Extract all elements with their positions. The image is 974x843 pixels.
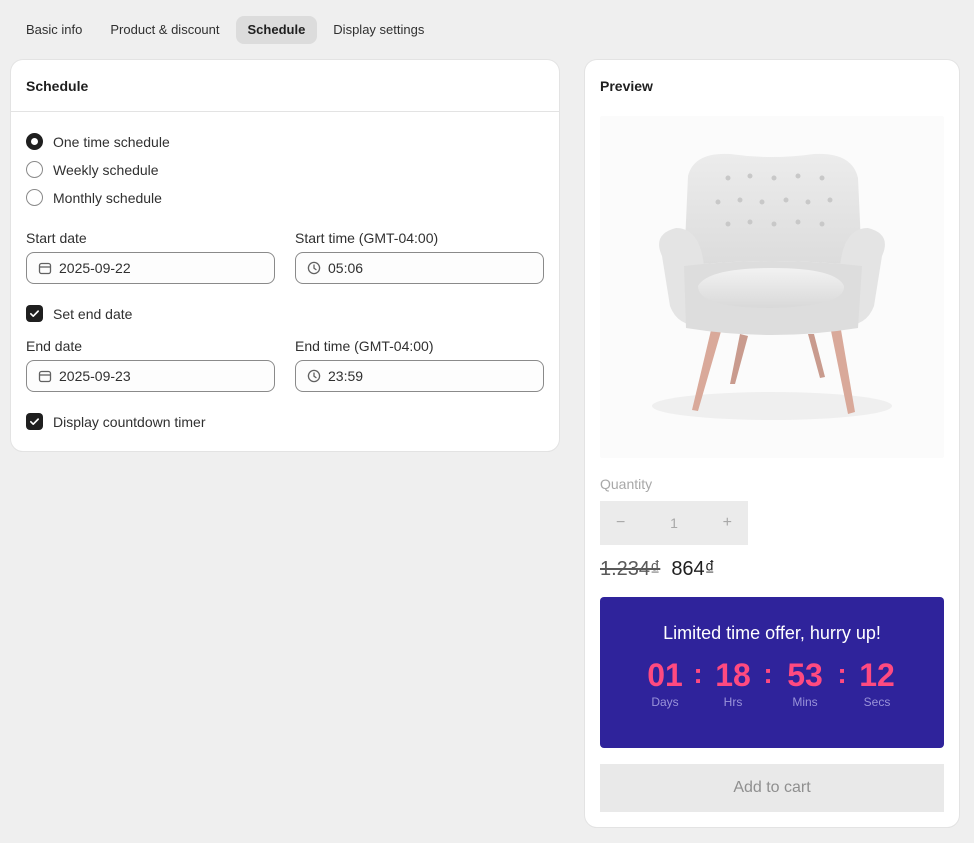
quantity-value[interactable]: 1: [670, 515, 678, 531]
radio-label: Weekly schedule: [53, 161, 159, 178]
hours-value: 18: [715, 657, 751, 693]
countdown-headline: Limited time offer, hurry up!: [663, 623, 881, 643]
increase-button[interactable]: +: [723, 514, 732, 532]
add-to-cart-button[interactable]: Add to cart: [600, 764, 944, 812]
countdown-mins: 53 Mins: [782, 657, 828, 709]
end-date-value: 2025-09-23: [59, 368, 131, 384]
countdown-units: 01 Days : 18 Hrs : 53 Mins : 12 Secs: [646, 657, 898, 709]
days-value: 01: [647, 657, 683, 693]
countdown-timer: Limited time offer, hurry up! 01 Days : …: [600, 597, 944, 748]
clock-icon: [307, 369, 321, 383]
secs-value: 12: [859, 657, 895, 693]
hours-label: Hrs: [723, 695, 743, 709]
mins-value: 53: [787, 657, 823, 693]
end-time-value: 23:59: [328, 368, 364, 384]
checkbox[interactable]: [26, 413, 43, 430]
mins-label: Mins: [792, 695, 818, 709]
days-label: Days: [651, 695, 679, 709]
start-date-field[interactable]: 2025-09-22: [26, 252, 275, 284]
separator: :: [693, 658, 703, 689]
quantity-label: Quantity: [600, 476, 653, 492]
start-date-value: 2025-09-22: [59, 260, 131, 276]
tab-display-settings[interactable]: Display settings: [321, 16, 436, 44]
end-date-field[interactable]: 2025-09-23: [26, 360, 275, 392]
schedule-card: Schedule One time schedule Weekly schedu…: [11, 60, 559, 451]
separator: :: [763, 658, 773, 689]
price-row: 1.234₫ 864₫: [600, 558, 715, 581]
radio-weekly-schedule[interactable]: Weekly schedule: [26, 161, 159, 178]
separator: :: [837, 658, 847, 689]
set-end-date-checkbox[interactable]: Set end date: [26, 305, 132, 322]
display-countdown-label: Display countdown timer: [53, 413, 206, 430]
start-time-field[interactable]: 05:06: [295, 252, 544, 284]
end-time-label: End time (GMT-04:00): [295, 338, 434, 354]
calendar-icon: [38, 262, 52, 275]
clock-icon: [307, 261, 321, 275]
original-price: 1.234₫: [600, 558, 661, 580]
checkmark-icon: [30, 310, 39, 317]
preview-card: Preview Quantity − 1 + 1.234₫ 864₫ Limit…: [585, 60, 959, 827]
display-countdown-checkbox[interactable]: Display countdown timer: [26, 413, 206, 430]
decrease-button[interactable]: −: [616, 514, 625, 532]
tab-bar: Basic info Product & discount Schedule D…: [14, 16, 436, 44]
radio-label: One time schedule: [53, 133, 170, 150]
end-date-label: End date: [26, 338, 83, 354]
end-time-field[interactable]: 23:59: [295, 360, 544, 392]
divider: [11, 111, 559, 112]
radio-button[interactable]: [26, 189, 43, 206]
start-time-value: 05:06: [328, 260, 364, 276]
preview-title: Preview: [600, 78, 653, 94]
tab-product-discount[interactable]: Product & discount: [98, 16, 231, 44]
discounted-price: 864₫: [671, 558, 715, 580]
radio-button[interactable]: [26, 161, 43, 178]
countdown-secs: 12 Secs: [856, 657, 898, 709]
radio-label: Monthly schedule: [53, 189, 162, 206]
start-time-label: Start time (GMT-04:00): [295, 230, 439, 246]
product-image: [600, 116, 944, 458]
radio-monthly-schedule[interactable]: Monthly schedule: [26, 189, 162, 206]
calendar-icon: [38, 370, 52, 383]
start-date-label: Start date: [26, 230, 87, 246]
quantity-stepper: − 1 +: [600, 501, 748, 545]
checkbox[interactable]: [26, 305, 43, 322]
radio-button[interactable]: [26, 133, 43, 150]
secs-label: Secs: [863, 695, 891, 709]
countdown-days: 01 Days: [646, 657, 684, 709]
schedule-title: Schedule: [26, 78, 89, 94]
checkmark-icon: [30, 418, 39, 425]
countdown-hours: 18 Hrs: [712, 657, 754, 709]
radio-one-time-schedule[interactable]: One time schedule: [26, 133, 170, 150]
armchair-image: [652, 153, 892, 420]
set-end-date-label: Set end date: [53, 305, 133, 322]
tab-schedule[interactable]: Schedule: [235, 16, 318, 44]
tab-basic-info[interactable]: Basic info: [14, 16, 94, 44]
